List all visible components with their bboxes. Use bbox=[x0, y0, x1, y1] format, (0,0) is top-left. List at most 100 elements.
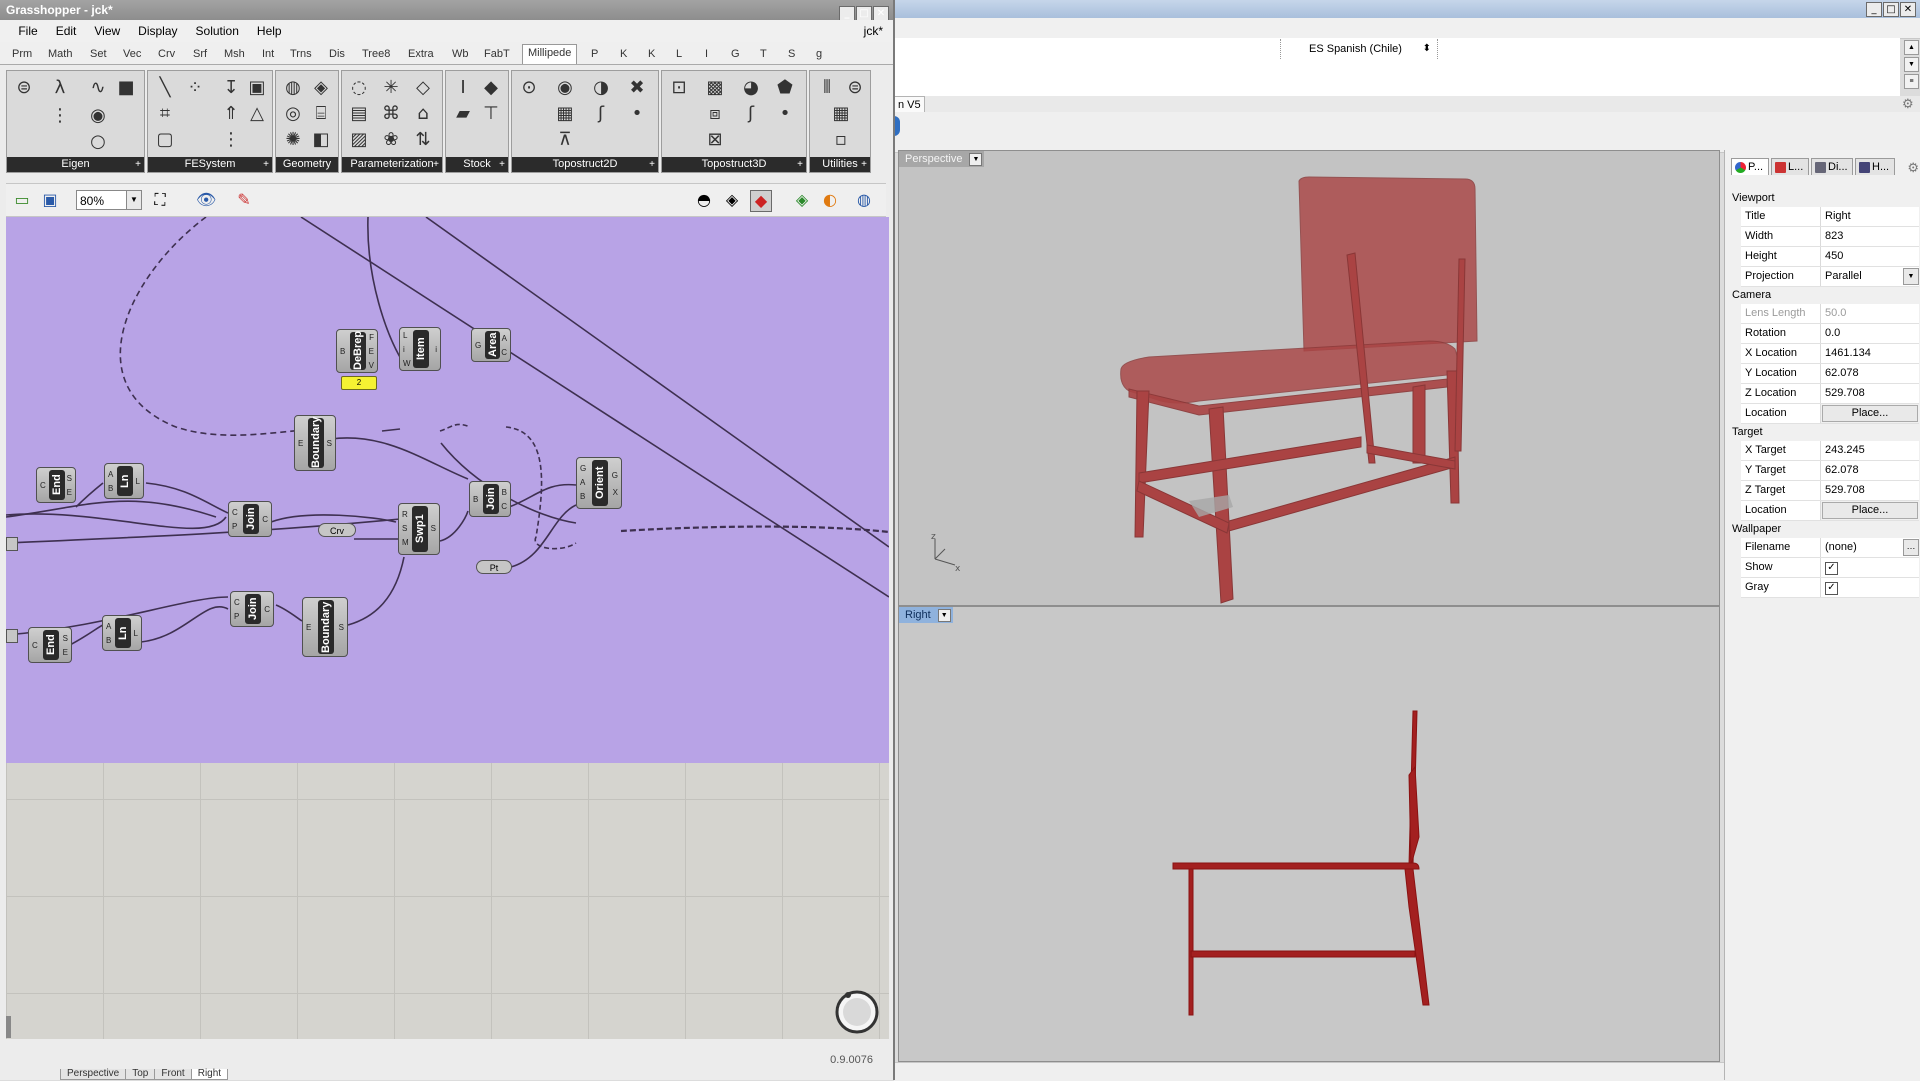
input-stub[interactable] bbox=[6, 629, 18, 643]
tab-s[interactable]: S bbox=[788, 46, 795, 62]
gear-icon[interactable]: ⚙ bbox=[1902, 96, 1914, 112]
gh-canvas[interactable]: B F E V DeBrep 2 L i W i Item G A C Area… bbox=[6, 217, 889, 1039]
tab-math[interactable]: Math bbox=[48, 46, 72, 62]
sketch-pen-icon[interactable]: ✎ bbox=[234, 190, 254, 210]
starburst-icon[interactable]: ✳ bbox=[378, 75, 404, 101]
triangle-icon[interactable]: △ bbox=[244, 101, 270, 127]
tab-trns[interactable]: Trns bbox=[290, 46, 312, 62]
surface-icon[interactable]: ◈ bbox=[308, 75, 334, 101]
gear-icon[interactable]: ⚙ bbox=[1907, 160, 1919, 176]
show-checkbox[interactable]: ✓ bbox=[1825, 562, 1838, 575]
tab-crv[interactable]: Crv bbox=[158, 46, 175, 62]
nodes-icon[interactable]: ⁘ bbox=[182, 75, 208, 101]
eigen-icon[interactable]: ⊜ bbox=[842, 75, 868, 101]
scroll-down-icon[interactable]: ▼ bbox=[1904, 57, 1919, 72]
eye-icon[interactable]: ◑ bbox=[588, 75, 614, 101]
frame-icon[interactable]: ▢ bbox=[152, 127, 178, 153]
node-boundary-1[interactable]: E S Boundary bbox=[294, 415, 336, 471]
box-icon[interactable]: ▣ bbox=[244, 75, 270, 101]
eigen-solver-icon[interactable]: ⊜ bbox=[11, 75, 37, 101]
zoom-select[interactable]: 80% ▼ bbox=[76, 190, 142, 210]
cross-icon[interactable]: ✖ bbox=[624, 75, 650, 101]
black-square-icon[interactable]: ■ bbox=[113, 75, 139, 101]
node-area[interactable]: G A C Area bbox=[471, 328, 511, 362]
tab-properties[interactable]: P... bbox=[1731, 158, 1769, 175]
map-icon[interactable]: ▤ bbox=[346, 101, 372, 127]
menu-file[interactable]: File bbox=[9, 20, 46, 42]
scroll-menu-icon[interactable]: ≡ bbox=[1904, 74, 1919, 89]
camera-place-button[interactable]: Place... bbox=[1822, 405, 1918, 422]
tab-i[interactable]: I bbox=[705, 46, 708, 62]
cube-dot-icon[interactable]: ⊡ bbox=[666, 75, 692, 101]
node-end-2[interactable]: C S E End bbox=[28, 627, 72, 663]
prop-row-width[interactable]: Width 823 bbox=[1741, 227, 1919, 247]
mesh-icon[interactable]: ⌗ bbox=[152, 101, 178, 127]
circle-icon[interactable]: ○ bbox=[85, 129, 111, 155]
prop-row-camera-location[interactable]: Location Place... bbox=[1741, 404, 1919, 424]
prop-row-rotation[interactable]: Rotation 0.0 bbox=[1741, 324, 1919, 344]
menu-display[interactable]: Display bbox=[129, 20, 186, 42]
y-target-field[interactable]: 62.078 bbox=[1821, 461, 1919, 480]
minimize-icon[interactable]: _ bbox=[839, 6, 855, 21]
y-location-field[interactable]: 62.078 bbox=[1821, 364, 1919, 383]
tab-k1[interactable]: K bbox=[620, 46, 627, 62]
prop-row-x-location[interactable]: X Location 1461.134 bbox=[1741, 344, 1919, 364]
close-icon[interactable]: ✕ bbox=[873, 6, 889, 21]
blob-icon[interactable]: ✺ bbox=[280, 127, 306, 153]
tab-vec[interactable]: Vec bbox=[123, 46, 141, 62]
prop-row-show[interactable]: Show ✓ bbox=[1741, 558, 1919, 578]
menu-edit[interactable]: Edit bbox=[47, 20, 86, 42]
z-location-field[interactable]: 529.708 bbox=[1821, 384, 1919, 403]
prop-row-x-target[interactable]: X Target 243.245 bbox=[1741, 441, 1919, 461]
navigation-dial-icon[interactable] bbox=[832, 987, 882, 1037]
cylinder-icon[interactable]: ⌸ bbox=[308, 101, 334, 127]
load-icon[interactable]: ⇑ bbox=[218, 101, 244, 127]
canvas-splitter[interactable] bbox=[6, 1016, 11, 1038]
integer-slider[interactable]: 2 bbox=[341, 376, 377, 390]
prop-row-height[interactable]: Height 450 bbox=[1741, 247, 1919, 267]
browse-icon[interactable]: … bbox=[1903, 539, 1919, 556]
support-3d-icon[interactable]: ⊠ bbox=[702, 127, 728, 153]
prop-row-z-target[interactable]: Z Target 529.708 bbox=[1741, 481, 1919, 501]
menu-solution[interactable]: Solution bbox=[187, 20, 248, 42]
tab-help[interactable]: H... bbox=[1855, 158, 1895, 175]
i-beam-icon[interactable]: I bbox=[450, 75, 476, 101]
maximize-icon[interactable]: □ bbox=[856, 6, 872, 21]
tab-int[interactable]: Int bbox=[262, 46, 274, 62]
param-pt[interactable]: Pt bbox=[476, 560, 512, 574]
tab-fabt[interactable]: FabT bbox=[484, 46, 510, 62]
prop-row-gray[interactable]: Gray ✓ bbox=[1741, 578, 1919, 598]
param-crv[interactable]: Crv bbox=[318, 523, 356, 537]
arrows-icon[interactable]: ⇅ bbox=[410, 127, 436, 153]
hatch-icon[interactable]: ▨ bbox=[346, 127, 372, 153]
wave-icon[interactable]: ∿ bbox=[85, 75, 111, 101]
house-icon[interactable]: ⌂ bbox=[410, 101, 436, 127]
slider-icon[interactable]: ⋮ bbox=[47, 103, 73, 129]
tab-prm[interactable]: Prm bbox=[12, 46, 32, 62]
eye-icon[interactable]: ◉ bbox=[85, 103, 111, 129]
color-sphere-icon[interactable]: ◐ bbox=[820, 190, 840, 210]
dot-icon[interactable]: ⊙ bbox=[516, 75, 542, 101]
tab-set[interactable]: Set bbox=[90, 46, 107, 62]
tab-srf[interactable]: Srf bbox=[193, 46, 207, 62]
frame-3d-icon[interactable]: ⧈ bbox=[702, 101, 728, 127]
pixel-icon[interactable]: ▫ bbox=[828, 127, 854, 153]
projection-select[interactable]: Parallel ▼ bbox=[1821, 267, 1919, 286]
shield-icon[interactable]: ⬟ bbox=[772, 75, 798, 101]
tab-g[interactable]: G bbox=[731, 46, 740, 62]
tab-tree8[interactable]: Tree8 bbox=[362, 46, 390, 62]
tab-front[interactable]: Front bbox=[154, 1069, 192, 1080]
gray-checkbox[interactable]: ✓ bbox=[1825, 582, 1838, 595]
tab-perspective[interactable]: Perspective bbox=[60, 1069, 127, 1080]
z-target-field[interactable]: 529.708 bbox=[1821, 481, 1919, 500]
language-selector[interactable]: ES Spanish (Chile) ⬍ bbox=[1280, 39, 1438, 59]
point-icon[interactable]: • bbox=[772, 101, 798, 127]
support-icon[interactable]: ⊼ bbox=[552, 127, 578, 153]
prop-row-y-target[interactable]: Y Target 62.078 bbox=[1741, 461, 1919, 481]
save-icon[interactable]: ▣ bbox=[40, 190, 60, 210]
node-join-1[interactable]: C P C Join bbox=[228, 501, 272, 537]
eye-icon[interactable]: ◕ bbox=[738, 75, 764, 101]
bake-icon[interactable]: ◈ bbox=[792, 190, 812, 210]
scroll-up-icon[interactable]: ▲ bbox=[1904, 40, 1919, 55]
node-ln-2[interactable]: A B L Ln bbox=[102, 615, 142, 651]
